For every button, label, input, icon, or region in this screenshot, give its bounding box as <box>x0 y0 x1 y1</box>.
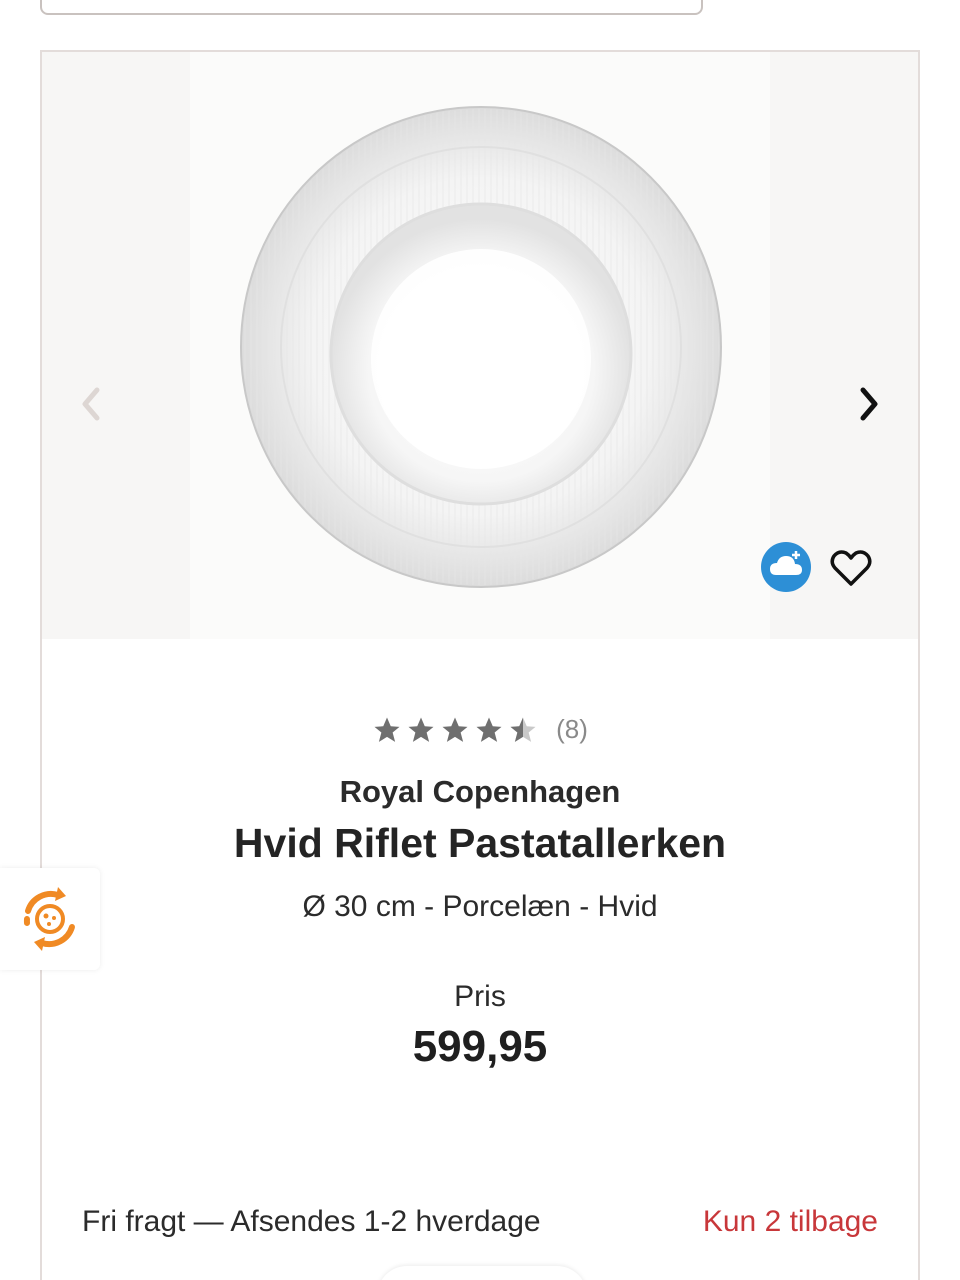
heart-icon <box>830 550 872 586</box>
wishlist-button[interactable] <box>826 543 876 593</box>
shipping-info: Fri fragt — Afsendes 1-2 hverdage <box>82 1205 541 1238</box>
chevron-left-icon <box>82 387 100 421</box>
product-card[interactable]: (8) Royal Copenhagen Hvid Riflet Pastata… <box>40 50 920 1280</box>
star-icon <box>374 717 400 742</box>
star-icon <box>476 717 502 742</box>
carousel-prev-button[interactable] <box>68 380 116 428</box>
price-label: Pris <box>454 980 506 1013</box>
product-image[interactable] <box>238 104 724 590</box>
add-to-cart-button[interactable] <box>377 1266 587 1280</box>
review-count[interactable]: (8) <box>556 714 588 745</box>
rating-stars <box>372 715 538 745</box>
cookie-settings-icon <box>23 887 75 951</box>
product-brand[interactable]: Royal Copenhagen <box>42 774 918 810</box>
search-bar[interactable] <box>40 0 703 15</box>
product-image-carousel[interactable] <box>42 52 918 639</box>
price-value: 599,95 <box>412 1022 548 1071</box>
cloud-add-icon <box>770 551 802 575</box>
product-rating[interactable]: (8) <box>42 714 918 745</box>
product-title[interactable]: Hvid Riflet Pastatallerken <box>42 820 918 867</box>
star-half-icon <box>510 717 536 742</box>
product-specs: Ø 30 cm - Porcelæn - Hvid <box>302 890 658 923</box>
chevron-right-icon <box>860 387 878 421</box>
carousel-next-button[interactable] <box>844 380 892 428</box>
star-icon <box>442 717 468 742</box>
cookie-settings-button[interactable] <box>0 868 100 970</box>
save-to-cloud-button[interactable] <box>761 542 811 592</box>
star-icon <box>408 717 434 742</box>
stock-status: Kun 2 tilbage <box>702 1205 878 1238</box>
